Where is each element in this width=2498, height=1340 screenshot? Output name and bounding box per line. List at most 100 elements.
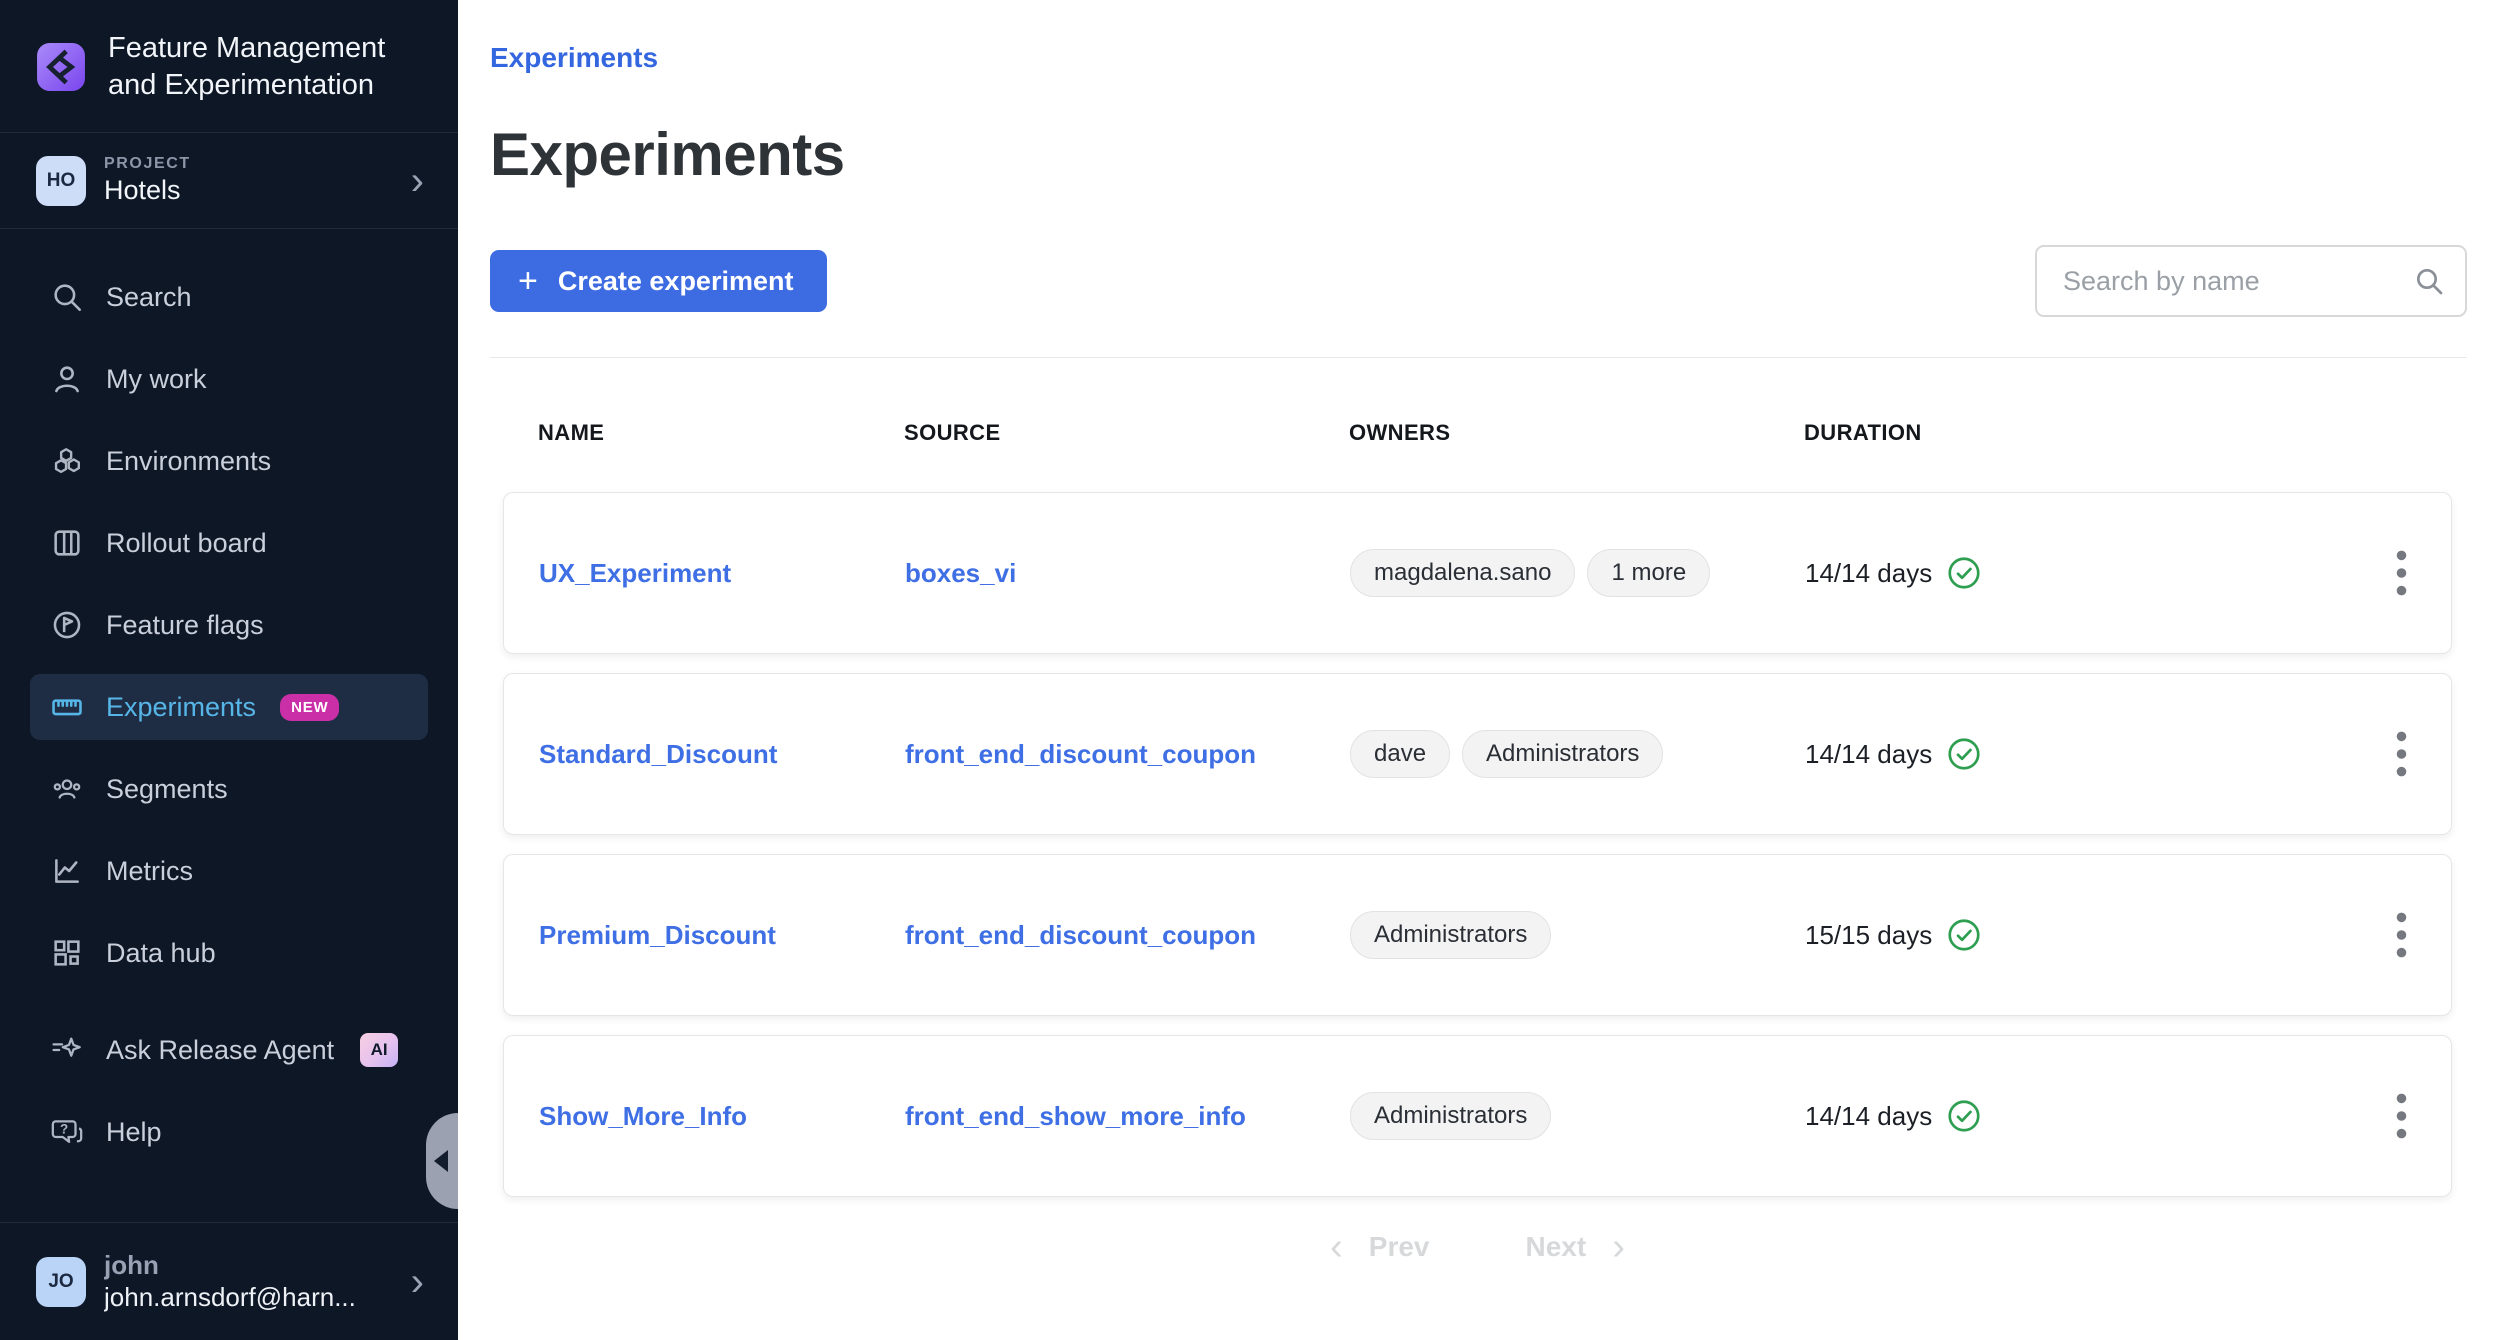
chevron-left-icon: ‹ (1330, 1232, 1343, 1262)
project-badge: HO (36, 156, 86, 206)
experiment-source-link[interactable]: boxes_vi (905, 558, 1350, 589)
sidebar-collapse-handle[interactable] (426, 1113, 458, 1209)
table-rows: UX_Experiment boxes_vi magdalena.sano 1 … (503, 492, 2452, 1197)
sidebar-item-feature-flags[interactable]: Feature flags (30, 592, 428, 658)
experiment-name-link[interactable]: Standard_Discount (539, 739, 905, 770)
experiment-source-link[interactable]: front_end_discount_coupon (905, 920, 1350, 951)
sidebar-item-label: Search (106, 282, 192, 313)
table-row: Show_More_Info front_end_show_more_info … (503, 1035, 2452, 1197)
sidebar-item-my-work[interactable]: My work (30, 346, 428, 412)
check-circle-icon (1946, 1098, 1982, 1134)
check-circle-icon (1946, 555, 1982, 591)
sidebar-item-label: Segments (106, 774, 228, 805)
owner-chip[interactable]: Administrators (1350, 911, 1551, 959)
split-logo-icon (36, 42, 86, 92)
sidebar-item-metrics[interactable]: Metrics (30, 838, 428, 904)
search-input[interactable] (2035, 245, 2467, 317)
grid-blocks-icon (50, 936, 84, 970)
sidebar-item-label: Feature flags (106, 610, 264, 641)
breadcrumb[interactable]: Experiments (490, 42, 658, 74)
sidebar-item-label: My work (106, 364, 207, 395)
check-circle-icon (1946, 917, 1982, 953)
search-icon (50, 280, 84, 314)
collapse-arrow-icon (434, 1150, 448, 1172)
main-content: Experiments Experiments + Create experim… (458, 0, 2498, 1340)
owner-chip[interactable]: Administrators (1462, 730, 1663, 778)
ruler-icon (50, 690, 84, 724)
sidebar-item-rollout-board[interactable]: Rollout board (30, 510, 428, 576)
sidebar-item-label: Data hub (106, 938, 216, 969)
owners-cell: Administrators (1350, 1092, 1805, 1140)
owner-chip[interactable]: Administrators (1350, 1092, 1551, 1140)
people-group-icon (50, 772, 84, 806)
sidebar-footer-nav: Ask Release Agent AI ? Help (0, 1017, 458, 1165)
check-circle-icon (1946, 736, 1982, 772)
sidebar-nav: Search My work Environ (0, 229, 458, 1181)
project-selector[interactable]: HO PROJECT Hotels › (0, 133, 458, 228)
pagination: ‹ Prev Next › (503, 1231, 2452, 1263)
avatar: JO (36, 1257, 86, 1307)
duration-text: 14/14 days (1805, 739, 1932, 770)
sidebar-item-data-hub[interactable]: Data hub (30, 920, 428, 986)
page-header: Experiments Experiments + Create experim… (458, 0, 2498, 358)
duration-text: 14/14 days (1805, 1101, 1932, 1132)
toolbar: + Create experiment (490, 245, 2467, 317)
sidebar-item-label: Environments (106, 446, 271, 477)
search-icon (2413, 265, 2445, 297)
create-experiment-button[interactable]: + Create experiment (490, 250, 827, 312)
project-eyebrow: PROJECT (104, 155, 393, 173)
experiments-table: NAME SOURCE OWNERS DURATION UX_Experimen… (458, 358, 2498, 1263)
table-row: Standard_Discount front_end_discount_cou… (503, 673, 2452, 835)
duration-text: 14/14 days (1805, 558, 1932, 589)
sidebar-item-label: Ask Release Agent (106, 1035, 334, 1066)
sidebar-item-environments[interactable]: Environments (30, 428, 428, 494)
chevron-right-icon: › (411, 1262, 430, 1302)
experiment-name-link[interactable]: Premium_Discount (539, 920, 905, 951)
row-menu-kebab-icon[interactable] (2381, 1090, 2421, 1142)
column-header-owners: OWNERS (1349, 420, 1804, 446)
row-menu-kebab-icon[interactable] (2381, 547, 2421, 599)
project-name: Hotels (104, 175, 393, 206)
column-header-duration: DURATION (1804, 420, 2352, 446)
owner-chip[interactable]: magdalena.sano (1350, 549, 1575, 597)
svg-text:?: ? (60, 1122, 68, 1137)
sidebar-item-ask-release-agent[interactable]: Ask Release Agent AI (30, 1017, 428, 1083)
column-header-name: NAME (538, 420, 904, 446)
plus-icon: + (518, 264, 538, 298)
sidebar: Feature Management and Experimentation H… (0, 0, 458, 1340)
sidebar-item-help[interactable]: ? Help (30, 1099, 428, 1165)
experiment-name-link[interactable]: Show_More_Info (539, 1101, 905, 1132)
column-header-source: SOURCE (904, 420, 1349, 446)
sidebar-item-label: Experiments (106, 692, 256, 723)
duration-text: 15/15 days (1805, 920, 1932, 951)
sidebar-item-experiments[interactable]: Experiments NEW (30, 674, 428, 740)
owners-cell: Administrators (1350, 911, 1805, 959)
chevron-right-icon: › (1612, 1232, 1625, 1262)
flag-circle-icon (50, 608, 84, 642)
duration-cell: 14/14 days (1805, 736, 2351, 772)
experiment-source-link[interactable]: front_end_discount_coupon (905, 739, 1350, 770)
owners-cell: dave Administrators (1350, 730, 1805, 778)
new-badge: NEW (280, 694, 339, 721)
board-columns-icon (50, 526, 84, 560)
user-account-row[interactable]: JO john john.arnsdorf@harn... › (0, 1222, 458, 1340)
row-menu-kebab-icon[interactable] (2381, 909, 2421, 961)
next-label: Next (1526, 1231, 1587, 1263)
experiment-source-link[interactable]: front_end_show_more_info (905, 1101, 1350, 1132)
table-header-row: NAME SOURCE OWNERS DURATION (503, 420, 2452, 446)
duration-cell: 14/14 days (1805, 555, 2351, 591)
sidebar-item-segments[interactable]: Segments (30, 756, 428, 822)
experiment-name-link[interactable]: UX_Experiment (539, 558, 905, 589)
app-window: Feature Management and Experimentation H… (0, 0, 2498, 1340)
owner-chip[interactable]: dave (1350, 730, 1450, 778)
sidebar-item-label: Rollout board (106, 528, 267, 559)
prev-page-button[interactable]: ‹ Prev (1330, 1231, 1429, 1263)
owner-more-chip[interactable]: 1 more (1587, 549, 1710, 597)
owners-cell: magdalena.sano 1 more (1350, 549, 1805, 597)
chart-line-icon (50, 854, 84, 888)
next-page-button[interactable]: Next › (1526, 1231, 1625, 1263)
row-menu-kebab-icon[interactable] (2381, 728, 2421, 780)
create-experiment-label: Create experiment (558, 266, 794, 297)
app-logo-row[interactable]: Feature Management and Experimentation (0, 0, 458, 132)
sidebar-item-search[interactable]: Search (30, 264, 428, 330)
